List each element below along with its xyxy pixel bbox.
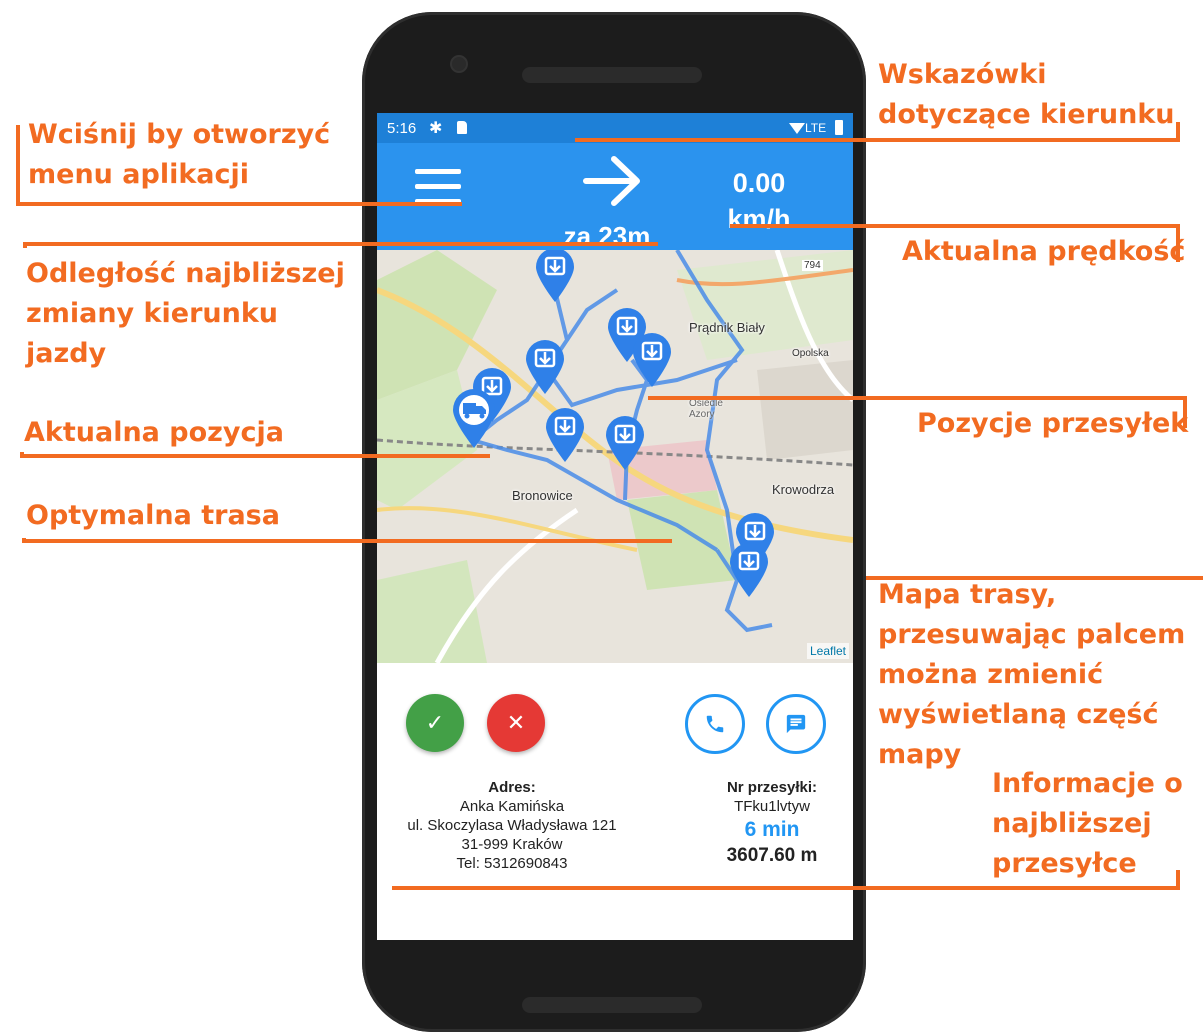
annotation-info-line-3: przesyłce	[992, 848, 1137, 879]
delivery-card: ✓ ✕ Adres: Anka Kamińska ul. Skoczylasa …	[377, 663, 853, 883]
annotation-directions: Wskazówki dotyczące kierunku	[878, 55, 1175, 135]
annotation-info: Informacje o najbliższej przesyłce	[992, 764, 1183, 884]
address-block: Adres: Anka Kamińska ul. Skoczylasa Wład…	[397, 778, 627, 873]
network-label: LTE	[805, 121, 827, 135]
parcel-marker[interactable]	[728, 541, 770, 599]
parcel-marker[interactable]	[524, 338, 566, 396]
address-heading: Adres:	[488, 779, 536, 796]
camera-icon	[450, 55, 468, 73]
annotation-map-line-3: można zmienić	[878, 659, 1104, 690]
recipient-name: Anka Kamińska	[459, 798, 565, 815]
parcel-marker[interactable]	[604, 414, 646, 472]
annotation-info-line-2: najbliższej	[992, 808, 1152, 839]
annotation-menu-line-2: menu aplikacji	[28, 159, 250, 190]
parcel-heading: Nr przesyłki:	[726, 779, 818, 796]
leaflet-attribution[interactable]: Leaflet	[806, 643, 849, 659]
map-label-road: 794	[802, 260, 823, 271]
speed-value: 0.00	[732, 168, 786, 198]
map-label-krowodrza: Krowodrza	[772, 482, 835, 497]
arrow-right-icon	[583, 156, 640, 206]
gear-icon: ✱	[429, 120, 443, 137]
annotation-map-line-2: przesuwając palcem	[878, 619, 1186, 650]
parcel-block: Nr przesyłki: TFku1lvtyw 6 min 3607.60 m	[707, 778, 837, 868]
reject-delivery-button[interactable]: ✕	[487, 694, 545, 752]
annotation-menu-line-1: Wciśnij by otworzyć	[28, 119, 331, 150]
recipient-street: ul. Skoczylasa Władysława 121	[407, 817, 617, 834]
recipient-city: 31-999 Kraków	[461, 836, 563, 853]
navigation-header: za 23m 0.00 km/h	[377, 143, 853, 251]
phone-icon	[706, 715, 724, 733]
parcel-id: TFku1lvtyw	[734, 798, 810, 815]
turn-distance: za 23m	[563, 221, 651, 251]
bottom-speaker	[522, 997, 702, 1013]
message-icon	[786, 714, 806, 734]
battery-icon	[835, 120, 843, 135]
annotation-distance: Odległość najbliższej zmiany kierunku ja…	[26, 254, 345, 374]
wifi-icon	[789, 123, 805, 134]
message-button[interactable]	[766, 694, 826, 754]
map-label-azory: Osiedle Azory	[689, 398, 723, 420]
annotation-speed: Aktualna prędkość	[902, 236, 1186, 267]
parcel-eta: 6 min	[744, 818, 800, 841]
menu-button[interactable]	[415, 167, 461, 207]
annotation-position: Aktualna pozycja	[24, 417, 284, 448]
current-speed: 0.00 km/h	[707, 165, 811, 237]
map-label-pradnik: Prądnik Biały	[689, 320, 765, 335]
annotation-directions-line-1: Wskazówki	[878, 59, 1047, 90]
annotation-distance-line-3: jazdy	[26, 338, 107, 369]
parcel-marker[interactable]	[534, 250, 576, 304]
phone-screen: 5:16 ✱ LTE za 23m 0.00 km/h Prądnik Biał…	[377, 113, 853, 940]
route-map[interactable]: Prądnik Biały Bronowice Krowodrza Osiedl…	[377, 250, 853, 663]
parcel-marker[interactable]	[544, 406, 586, 464]
sd-card-icon	[457, 121, 467, 134]
status-time: 5:16	[387, 120, 417, 137]
annotation-map-line-4: wyświetlaną część	[878, 699, 1159, 730]
annotation-parcels: Pozycje przesyłek	[917, 408, 1189, 439]
annotation-info-line-1: Informacje o	[992, 768, 1183, 799]
call-button[interactable]	[685, 694, 745, 754]
annotation-map-line-1: Mapa trasy,	[878, 579, 1057, 610]
annotation-menu: Wciśnij by otworzyć menu aplikacji	[28, 115, 330, 195]
recipient-phone: Tel: 5312690843	[456, 855, 568, 872]
annotation-route: Optymalna trasa	[26, 500, 280, 531]
annotation-directions-line-2: dotyczące kierunku	[878, 99, 1175, 130]
parcel-marker[interactable]	[631, 331, 673, 389]
speed-unit: km/h	[727, 204, 791, 234]
annotation-distance-line-2: zmiany kierunku	[26, 298, 279, 329]
status-bar: 5:16 ✱ LTE	[377, 113, 853, 143]
annotation-distance-line-1: Odległość najbliższej	[26, 258, 345, 289]
parcel-distance: 3607.60 m	[726, 845, 818, 866]
accept-delivery-button[interactable]: ✓	[406, 694, 464, 752]
annotation-map: Mapa trasy, przesuwając palcem można zmi…	[878, 575, 1185, 775]
truck-icon[interactable]	[451, 388, 497, 450]
map-label-bronowice: Bronowice	[512, 488, 573, 503]
top-speaker	[522, 67, 702, 83]
map-label-opolska: Opolska	[792, 348, 829, 359]
